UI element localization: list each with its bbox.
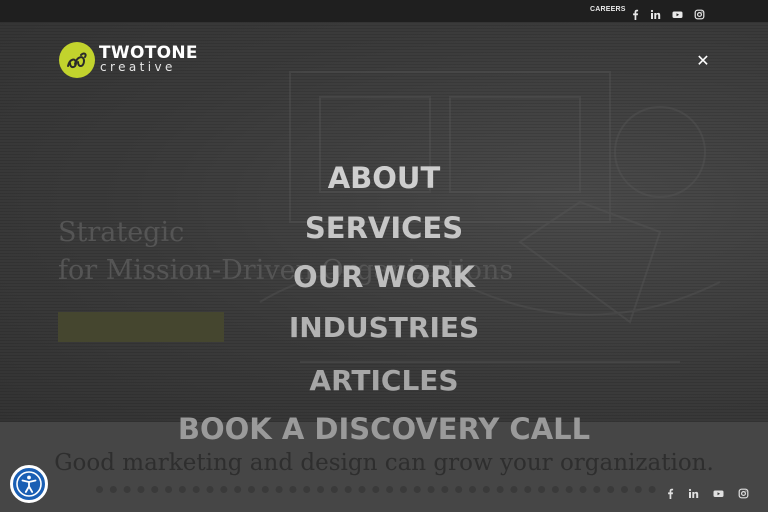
- logo-brand-subword: creative: [100, 60, 176, 74]
- facebook-icon[interactable]: [665, 484, 676, 499]
- intro-subtext: [96, 486, 656, 501]
- nav-item-services[interactable]: SERVICES: [0, 210, 768, 246]
- careers-link[interactable]: CAREERS: [590, 6, 626, 13]
- nav-item-industries[interactable]: INDUSTRIES: [0, 310, 768, 346]
- linkedin-icon[interactable]: [688, 484, 699, 498]
- intro-tagline: Good marketing and design can grow your …: [54, 450, 714, 476]
- logo-mark-icon: [59, 42, 95, 78]
- nav-item-about[interactable]: ABOUT: [0, 160, 768, 196]
- facebook-icon[interactable]: [630, 5, 641, 20]
- close-menu-icon[interactable]: ✕: [696, 53, 710, 69]
- nav-item-our-work[interactable]: OUR WORK: [0, 259, 768, 295]
- nav-item-book-discovery-call[interactable]: BOOK A DISCOVERY CALL: [0, 411, 768, 447]
- nav-item-articles[interactable]: ARTICLES: [0, 363, 768, 399]
- youtube-icon[interactable]: [713, 484, 724, 497]
- top-utility-bar: CAREERS: [0, 0, 768, 22]
- youtube-icon[interactable]: [672, 5, 683, 18]
- accessibility-icon[interactable]: [10, 465, 48, 503]
- linkedin-icon[interactable]: [650, 5, 661, 19]
- instagram-icon[interactable]: [694, 5, 705, 20]
- instagram-icon[interactable]: [738, 484, 749, 499]
